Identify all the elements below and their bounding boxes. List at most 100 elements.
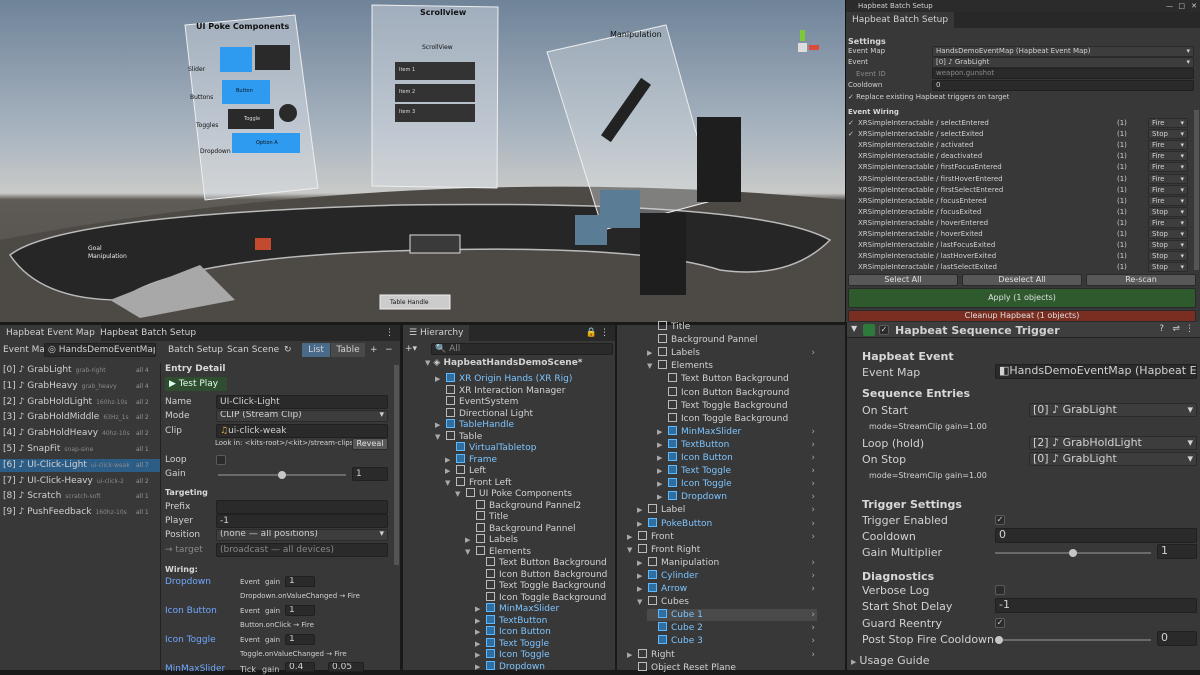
hierarchy-item[interactable]: Object Reset Plane (627, 661, 817, 674)
hierarchy-item[interactable]: Text Button Background (475, 557, 625, 569)
wiring-row[interactable]: XRSimpleInteractable / lastHoverExited (1… (848, 251, 1192, 262)
loop-dropdown[interactable]: [2] ♪ GrabHoldLight (1029, 436, 1197, 450)
foldout-icon[interactable]: ▼ (851, 324, 857, 333)
expand-icon[interactable]: ▶ (445, 465, 453, 477)
close-icon[interactable]: ✕ (1191, 0, 1197, 12)
tab-batch-setup[interactable]: Hapbeat Batch Setup (846, 12, 955, 28)
expand-icon[interactable]: ▶ (475, 603, 483, 615)
scene-root-item[interactable]: ▼ ◈ HapbeatHandsDemoScene* (425, 357, 583, 369)
hierarchy-item[interactable]: Icon Toggle Background (475, 591, 625, 604)
event-list-item[interactable]: [9] ♪ PushFeedback 160hz-10s all 1 (0, 506, 160, 519)
hierarchy-item[interactable]: Cube 3 › (647, 635, 817, 647)
component-menu-icon[interactable]: ⋮ (1185, 324, 1194, 334)
hierarchy-item[interactable]: Icon Button Background (475, 568, 625, 581)
expand-icon[interactable]: ▼ (637, 596, 645, 608)
scene-gizmo[interactable] (785, 30, 819, 64)
clip-field[interactable]: ♫ui-click-weak (216, 424, 388, 438)
wiring-row-action-dropdown[interactable]: Fire (1148, 173, 1188, 184)
wiring-target-link[interactable]: Icon Button (165, 606, 217, 617)
wiring-row[interactable]: XRSimpleInteractable / lastSelectExited (… (848, 262, 1192, 273)
event-list-item[interactable]: [0] ♪ GrabLight grab-right all 4 (0, 364, 160, 377)
wiring-row[interactable]: XRSimpleInteractable / firstHoverEntered… (848, 173, 1192, 185)
hierarchy-item[interactable]: XR Interaction Manager (435, 384, 625, 397)
wiring-gain-field[interactable]: 1 (285, 605, 315, 616)
event-dropdown[interactable]: [0] ♪ GrabLight (932, 57, 1194, 68)
chevron-right-icon[interactable]: › (811, 478, 815, 490)
wiring-row-action-dropdown[interactable]: Fire (1148, 217, 1188, 228)
expand-icon[interactable]: ▶ (657, 439, 665, 451)
wiring-row-action-dropdown[interactable]: Stop (1148, 251, 1188, 262)
expand-icon[interactable]: ▶ (475, 626, 483, 638)
wiring-row[interactable]: ✓ XRSimpleInteractable / selectExited (1) S… (848, 129, 1192, 140)
player-field[interactable]: -1 (216, 514, 388, 528)
wiring-row-action-dropdown[interactable]: Fire (1148, 151, 1188, 162)
component-enabled-checkbox[interactable]: ✓ (879, 325, 889, 335)
wiring-row[interactable]: XRSimpleInteractable / lastFocusExited (1… (848, 240, 1192, 251)
expand-icon[interactable]: ▶ (475, 661, 483, 673)
hierarchy-more-icon[interactable]: 🔒 ⋮ (580, 325, 615, 341)
wiring-row-action-dropdown[interactable]: Fire (1148, 195, 1188, 206)
gain-knob[interactable] (278, 471, 286, 479)
expand-icon[interactable]: ▼ (445, 477, 453, 489)
expand-icon[interactable]: ▶ (657, 465, 665, 477)
chevron-right-icon[interactable]: › (811, 557, 815, 569)
tick-field[interactable]: 0.05 (328, 662, 364, 672)
expand-icon[interactable]: ▶ (435, 373, 443, 385)
event-list-item[interactable]: [8] ♪ Scratch scratch-soft all 1 (0, 490, 160, 503)
wiring-row-action-dropdown[interactable]: Fire (1148, 140, 1188, 151)
table-toggle[interactable]: Table (331, 343, 365, 357)
wiring-row-action-dropdown[interactable]: Stop (1148, 206, 1188, 217)
deselect-all-button[interactable]: Deselect All (962, 274, 1082, 286)
hierarchy-item[interactable]: ▶Labels› (465, 534, 625, 546)
expand-icon[interactable]: ▶ (647, 347, 655, 359)
wiring-row[interactable]: XRSimpleInteractable / focusEntered (1) Fi… (848, 195, 1192, 207)
more-icon[interactable]: ⋮ (379, 325, 400, 341)
batch-scrollbar[interactable] (1194, 110, 1199, 270)
inspector-cooldown-field[interactable]: 0 (995, 528, 1197, 543)
expand-icon[interactable]: ▶ (657, 478, 665, 490)
chevron-right-icon[interactable]: › (811, 583, 815, 595)
hierarchy-item[interactable]: ▶MinMaxSlider› (657, 425, 817, 438)
hierarchy-item[interactable]: ▶ Manipulation › (637, 556, 817, 569)
wiring-row[interactable]: XRSimpleInteractable / hoverEntered (1) Fi… (848, 217, 1192, 229)
on-stop-dropdown[interactable]: [0] ♪ GrabLight (1029, 452, 1197, 466)
batch-setup-link[interactable]: Batch Setup (168, 345, 223, 356)
chevron-right-icon[interactable]: › (811, 452, 815, 464)
test-play-button[interactable]: ▶ Test Play (165, 377, 227, 391)
help-icon[interactable]: ? (1159, 324, 1164, 334)
eventmap-scrollbar[interactable] (394, 365, 399, 565)
event-id-field[interactable]: weapon.gunshot (932, 68, 1194, 79)
inspector-event-map-field[interactable]: ◧HandsDemoEventMap (Hapbeat Even (995, 364, 1197, 379)
expand-icon[interactable]: ▶ (637, 583, 645, 595)
gain-slider[interactable] (218, 471, 346, 479)
hierarchy-item[interactable]: ▶MinMaxSlider› (475, 603, 625, 615)
hierarchy-item[interactable]: ▼ Cubes (637, 596, 817, 608)
scan-scene-button[interactable]: Scan Scene (227, 345, 279, 356)
wiring-row[interactable]: XRSimpleInteractable / deactivated (1) Fir… (848, 151, 1192, 162)
wiring-row[interactable]: XRSimpleInteractable / focusExited (1) Sto… (848, 206, 1192, 218)
expand-icon[interactable]: ▶ (475, 638, 483, 650)
list-toggle[interactable]: List (302, 343, 330, 357)
expand-icon[interactable]: ▶ (627, 649, 635, 661)
expand-icon[interactable]: ▶ (657, 426, 665, 438)
expand-icon[interactable]: ▶ (637, 518, 645, 530)
em-field[interactable]: ◎ HandsDemoEventMap (44, 343, 156, 357)
expand-icon[interactable]: ▶ (445, 454, 453, 466)
hierarchy-item[interactable]: ▶ Dropdown › (657, 491, 817, 503)
gain-multiplier-field[interactable]: 1 (1157, 544, 1197, 559)
hierarchy-item[interactable]: ▶Icon Toggle› (475, 649, 625, 661)
preset-icon[interactable]: ⇌ (1172, 324, 1180, 334)
wiring-target-link[interactable]: Icon Toggle (165, 635, 216, 646)
hierarchy-item[interactable]: Background Pannel (647, 334, 817, 346)
hierarchy-item[interactable]: Background Pannel2 (465, 499, 625, 512)
wiring-checkbox[interactable]: ✓ (848, 118, 858, 129)
gizmo-x-icon[interactable] (809, 45, 819, 50)
wiring-row-action-dropdown[interactable]: Fire (1148, 162, 1188, 173)
hierarchy-item[interactable]: ▶ Label › (637, 504, 817, 516)
hierarchy-item[interactable]: ▼ Front Left (445, 476, 625, 489)
expand-icon[interactable]: ▶ (657, 452, 665, 464)
hierarchy-item[interactable]: VirtualTabletop› (445, 442, 625, 454)
gizmo-center-icon[interactable] (798, 43, 807, 52)
expand-icon[interactable]: ▼ (455, 488, 463, 500)
hierarchy-item[interactable]: Background Pannel (465, 522, 625, 535)
